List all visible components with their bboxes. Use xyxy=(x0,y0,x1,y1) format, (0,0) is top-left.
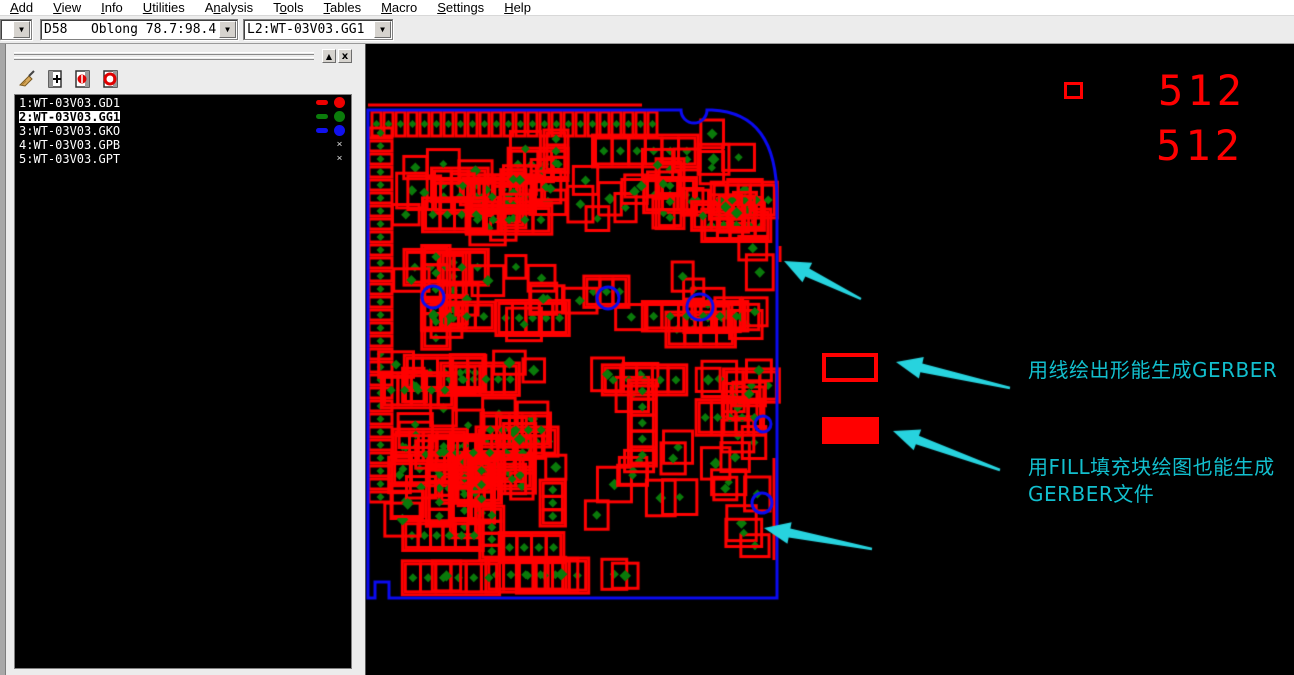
quick-combo[interactable]: ▼ xyxy=(0,19,32,40)
menu-item-analysis[interactable]: Analysis xyxy=(195,0,263,16)
layer-draw-mode-icon[interactable] xyxy=(316,114,328,119)
note-fill-gerber-line2: GERBER文件 xyxy=(1028,482,1154,506)
layer-row[interactable]: 3:WT-03V03.GKO xyxy=(15,124,351,137)
layer-off-icon[interactable]: × xyxy=(334,153,345,164)
menu-item-settings[interactable]: Settings xyxy=(427,0,494,16)
menu-item-tables[interactable]: Tables xyxy=(313,0,371,16)
dcode-combo-value: D58 Oblong 78.7:98.4 xyxy=(41,22,218,37)
layer-label: 1:WT-03V03.GD1 xyxy=(19,97,120,109)
dcode-512-label-1: 512 xyxy=(1158,72,1246,110)
chevron-down-icon[interactable]: ▼ xyxy=(219,21,236,38)
chevron-down-icon[interactable]: ▼ xyxy=(13,21,30,38)
fill-drawn-rectangle xyxy=(822,417,879,444)
menu-item-info[interactable]: Info xyxy=(91,0,133,16)
menu-item-view[interactable]: View xyxy=(43,0,91,16)
layer-row[interactable]: 4:WT-03V03.GPB × xyxy=(15,138,351,151)
menu-bar: AddViewInfoUtilitiesAnalysisToolsTablesM… xyxy=(0,0,1294,16)
layer-label: 3:WT-03V03.GKO xyxy=(19,125,120,137)
menu-item-add[interactable]: Add xyxy=(0,0,43,16)
active-layer-combo-value: L2:WT-03V03.GG1 xyxy=(244,22,373,37)
layer-row[interactable]: 5:WT-03V03.GPT × xyxy=(15,152,351,165)
menu-item-macro[interactable]: Macro xyxy=(371,0,427,16)
layer-label: 2:WT-03V03.GG1 xyxy=(19,111,120,123)
layer-label: 5:WT-03V03.GPT xyxy=(19,153,120,165)
layer-color-icon[interactable] xyxy=(334,97,345,108)
note-fill-gerber-line1: 用FILL填充块绘图也能生成 xyxy=(1028,455,1275,479)
menu-item-help[interactable]: Help xyxy=(494,0,541,16)
note-line-gerber: 用线绘出形能生成GERBER xyxy=(1028,358,1277,382)
window-red-dot-icon[interactable] xyxy=(72,68,94,90)
layer-off-icon[interactable]: × xyxy=(334,139,345,150)
layer-color-icon[interactable] xyxy=(334,111,345,122)
layer-draw-mode-icon[interactable] xyxy=(316,100,328,105)
panel-close-button[interactable]: x xyxy=(338,49,352,63)
add-window-icon[interactable] xyxy=(44,68,66,90)
panel-grip[interactable] xyxy=(14,50,314,62)
window-red-ring-icon[interactable] xyxy=(100,68,122,90)
red-square-marker xyxy=(1064,82,1083,99)
layer-row[interactable]: 2:WT-03V03.GG1 xyxy=(15,110,351,123)
layer-label: 4:WT-03V03.GPB xyxy=(19,139,120,151)
broom-icon[interactable] xyxy=(16,68,38,90)
dock-strip xyxy=(0,44,6,675)
layer-list: 1:WT-03V03.GD1 2:WT-03V03.GG1 3:WT-03V03.G… xyxy=(14,94,352,669)
dcode-512-label-2: 512 xyxy=(1156,127,1244,165)
panel-icon-toolbar xyxy=(16,68,122,90)
layer-color-icon[interactable] xyxy=(334,125,345,136)
active-layer-combo[interactable]: L2:WT-03V03.GG1 ▼ xyxy=(243,19,393,40)
toolbar: ▼ D58 Oblong 78.7:98.4 ▼ L2:WT-03V03.GG1… xyxy=(0,16,1294,44)
dcode-combo[interactable]: D58 Oblong 78.7:98.4 ▼ xyxy=(40,19,238,40)
menu-item-tools[interactable]: Tools xyxy=(263,0,313,16)
panel-minimize-button[interactable]: ▲ xyxy=(322,49,336,63)
layer-row[interactable]: 1:WT-03V03.GD1 xyxy=(15,96,351,109)
layers-panel: ▲ x xyxy=(0,44,366,675)
chevron-down-icon[interactable]: ▼ xyxy=(374,21,391,38)
layer-draw-mode-icon[interactable] xyxy=(316,128,328,133)
menu-item-utilities[interactable]: Utilities xyxy=(133,0,195,16)
line-drawn-rectangle xyxy=(822,353,878,382)
